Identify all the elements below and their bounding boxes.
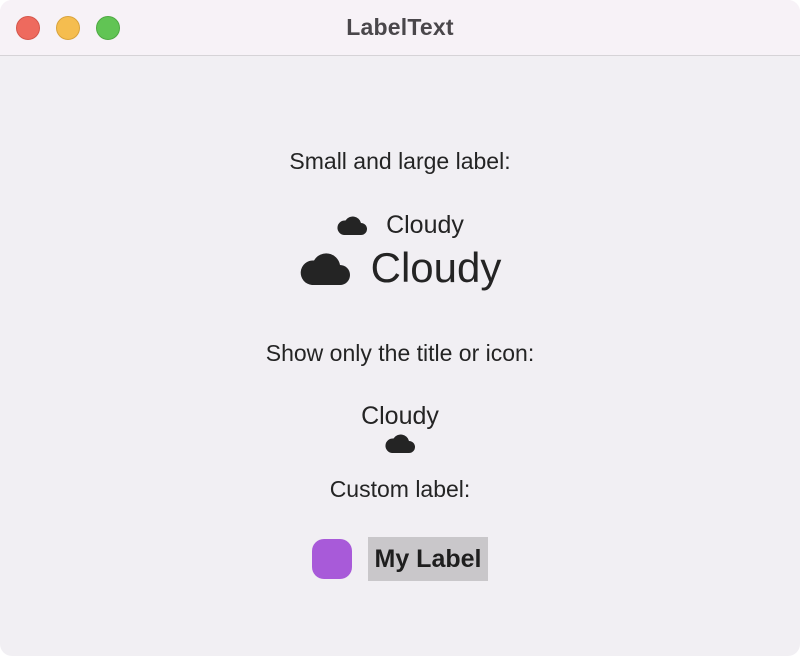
large-label-title: Cloudy xyxy=(370,244,502,291)
cloud-icon xyxy=(384,432,416,454)
small-label-title: Cloudy xyxy=(386,210,464,239)
cloud-icon xyxy=(336,214,368,236)
title-only-text: Cloudy xyxy=(361,401,439,430)
large-label: Cloudy xyxy=(0,244,800,292)
cloud-icon xyxy=(299,250,351,286)
small-label: Cloudy xyxy=(0,210,800,240)
title-or-icon-heading: Show only the title or icon: xyxy=(265,340,535,366)
content-area: Small and large label: Cloudy Cloudy Sho… xyxy=(0,57,800,656)
small-large-heading: Small and large label: xyxy=(289,148,511,174)
app-window: LabelText Small and large label: Cloudy … xyxy=(0,0,800,656)
window-title: LabelText xyxy=(346,14,454,40)
purple-square-icon xyxy=(311,539,352,579)
title-bar[interactable]: LabelText xyxy=(0,0,800,56)
icon-only-label xyxy=(0,432,800,454)
title-only-label: Cloudy xyxy=(0,401,800,431)
custom-label-heading: Custom label: xyxy=(329,476,471,502)
custom-label-title: My Label xyxy=(367,537,489,581)
custom-label: My Label xyxy=(0,536,800,582)
